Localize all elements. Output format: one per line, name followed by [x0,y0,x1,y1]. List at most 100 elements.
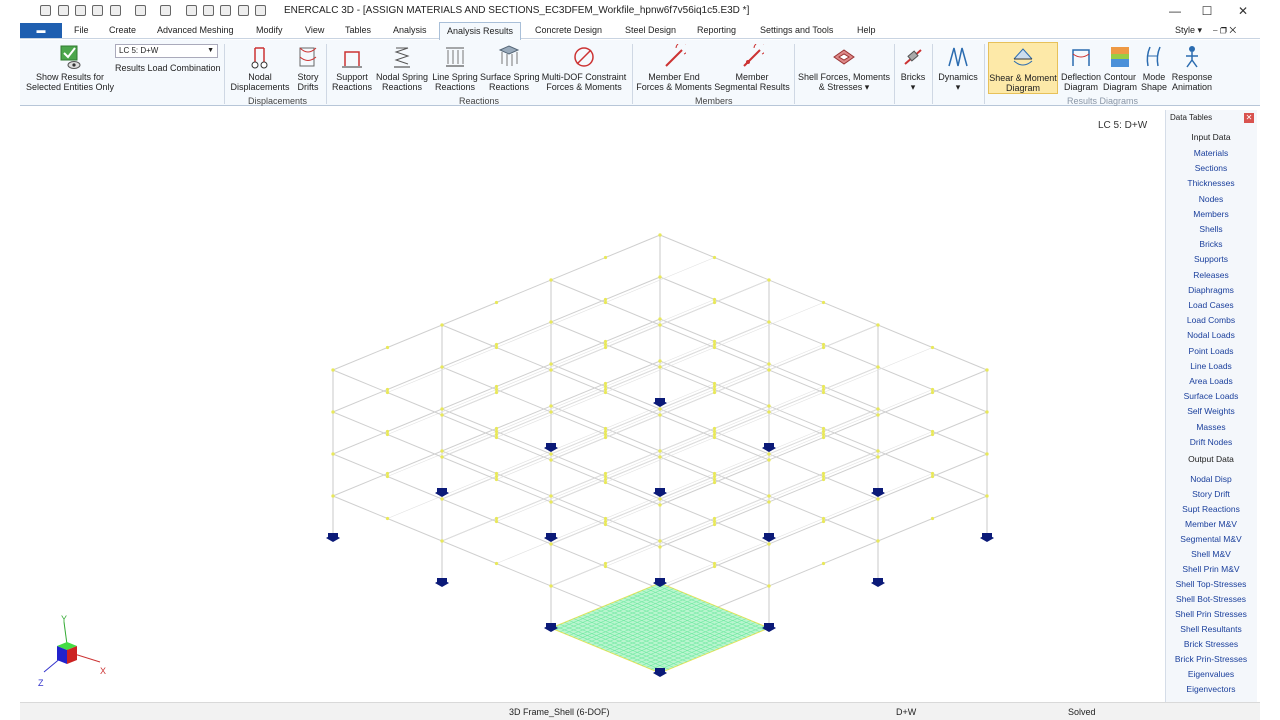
bricks-button[interactable]: Bricks ▾ [898,44,928,92]
menu-steel-design[interactable]: Steel Design [625,25,676,35]
model-node[interactable] [440,539,444,543]
model-node[interactable] [440,449,444,453]
model-node[interactable] [658,545,662,549]
model-node[interactable] [494,387,499,392]
model-node[interactable] [712,474,717,479]
model-node[interactable] [767,320,771,324]
model-node[interactable] [712,480,717,485]
model-node[interactable] [603,519,608,524]
menu-settings-and-tools[interactable]: Settings and Tools [760,25,833,35]
data-table-link[interactable]: Shell Bot-Stresses [1166,594,1256,604]
model-node[interactable] [876,413,880,417]
model-node[interactable] [494,432,499,437]
model-node[interactable] [494,345,499,350]
data-table-link[interactable]: Supports [1166,254,1256,264]
model-node[interactable] [821,390,826,395]
model-node[interactable] [767,584,771,588]
model-node[interactable] [440,407,444,411]
meshed-shell[interactable] [549,582,771,674]
mode-shape-button[interactable]: Mode Shape [1140,44,1168,92]
model-node[interactable] [603,561,608,566]
menu-modify[interactable]: Modify [256,25,283,35]
model-node[interactable] [930,471,935,476]
model-node[interactable] [767,494,771,498]
model-node[interactable] [440,497,444,501]
hand-tool-icon[interactable] [40,5,51,16]
model-node[interactable] [821,426,826,431]
model-node[interactable] [930,387,935,392]
model-node[interactable] [712,519,717,524]
data-table-link[interactable]: Load Cases [1166,300,1256,310]
multi-dof-constraint-button[interactable]: Multi-DOF Constraint Forces & Moments [540,44,628,92]
data-table-link[interactable]: Line Loads [1166,361,1256,371]
model-node[interactable] [930,390,935,395]
model-node[interactable] [930,345,935,350]
data-table-link[interactable]: Eigenvectors [1166,684,1256,694]
zoom-extents-icon[interactable] [92,5,103,16]
model-node[interactable] [603,564,608,569]
data-table-link[interactable]: Materials [1166,148,1256,158]
dynamics-button[interactable]: Dynamics ▾ [936,44,980,92]
model-node[interactable] [603,426,608,431]
model-node[interactable] [821,477,826,482]
model-node[interactable] [549,542,553,546]
model-node[interactable] [712,297,717,302]
model-node[interactable] [549,320,553,324]
model-node[interactable] [494,561,499,566]
model-node[interactable] [767,410,771,414]
eye-icon[interactable] [186,5,197,16]
nodal-spring-reactions-button[interactable]: Nodal Spring Reactions [375,44,429,92]
model-node[interactable] [712,381,717,386]
data-table-link[interactable]: Shell Resultants [1166,624,1256,634]
model-node[interactable] [712,564,717,569]
menu-analysis[interactable]: Analysis [393,25,427,35]
model-node[interactable] [712,471,717,476]
close-icon[interactable]: ✕ [1244,113,1254,123]
model-node[interactable] [876,407,880,411]
model-node[interactable] [658,455,662,459]
model-node[interactable] [930,429,935,434]
menu-view[interactable]: View [305,25,324,35]
model-node[interactable] [603,297,608,302]
data-table-link[interactable]: Area Loads [1166,376,1256,386]
model-node[interactable] [603,345,608,350]
model-node[interactable] [821,516,826,521]
story-drifts-button[interactable]: Story Drifts [294,44,322,92]
data-table-link[interactable]: Brick Prin-Stresses [1166,654,1256,664]
app-menu-button[interactable]: ▬ [20,23,62,38]
data-table-link[interactable]: Story Drift [1166,489,1256,499]
model-node[interactable] [603,300,608,305]
model-node[interactable] [385,387,390,392]
model-node[interactable] [712,429,717,434]
model-node[interactable] [331,494,335,498]
model-node[interactable] [385,471,390,476]
model-node[interactable] [494,390,499,395]
support-reactions-button[interactable]: Support Reactions [332,44,372,92]
model-node[interactable] [603,522,608,527]
model-node[interactable] [712,561,717,566]
model-node[interactable] [985,368,989,372]
model-node[interactable] [385,432,390,437]
model-node[interactable] [876,365,880,369]
model-node[interactable] [658,275,662,279]
model-node[interactable] [603,516,608,521]
model-node[interactable] [549,278,553,282]
model-node[interactable] [494,300,499,305]
model-node[interactable] [767,542,771,546]
model-node[interactable] [930,432,935,437]
model-node[interactable] [603,342,608,347]
model-node[interactable] [712,477,717,482]
deflection-diagram-button[interactable]: Deflection Diagram [1060,44,1102,92]
model-node[interactable] [494,435,499,440]
data-table-link[interactable]: Surface Loads [1166,391,1256,401]
model-node[interactable] [603,474,608,479]
model-node[interactable] [767,500,771,504]
model-node[interactable] [549,458,553,462]
model-node[interactable] [549,368,553,372]
model-node[interactable] [603,339,608,344]
model-node[interactable] [549,584,553,588]
model-node[interactable] [331,368,335,372]
model-node[interactable] [494,516,499,521]
model-node[interactable] [440,323,444,327]
data-table-link[interactable]: Sections [1166,163,1256,173]
